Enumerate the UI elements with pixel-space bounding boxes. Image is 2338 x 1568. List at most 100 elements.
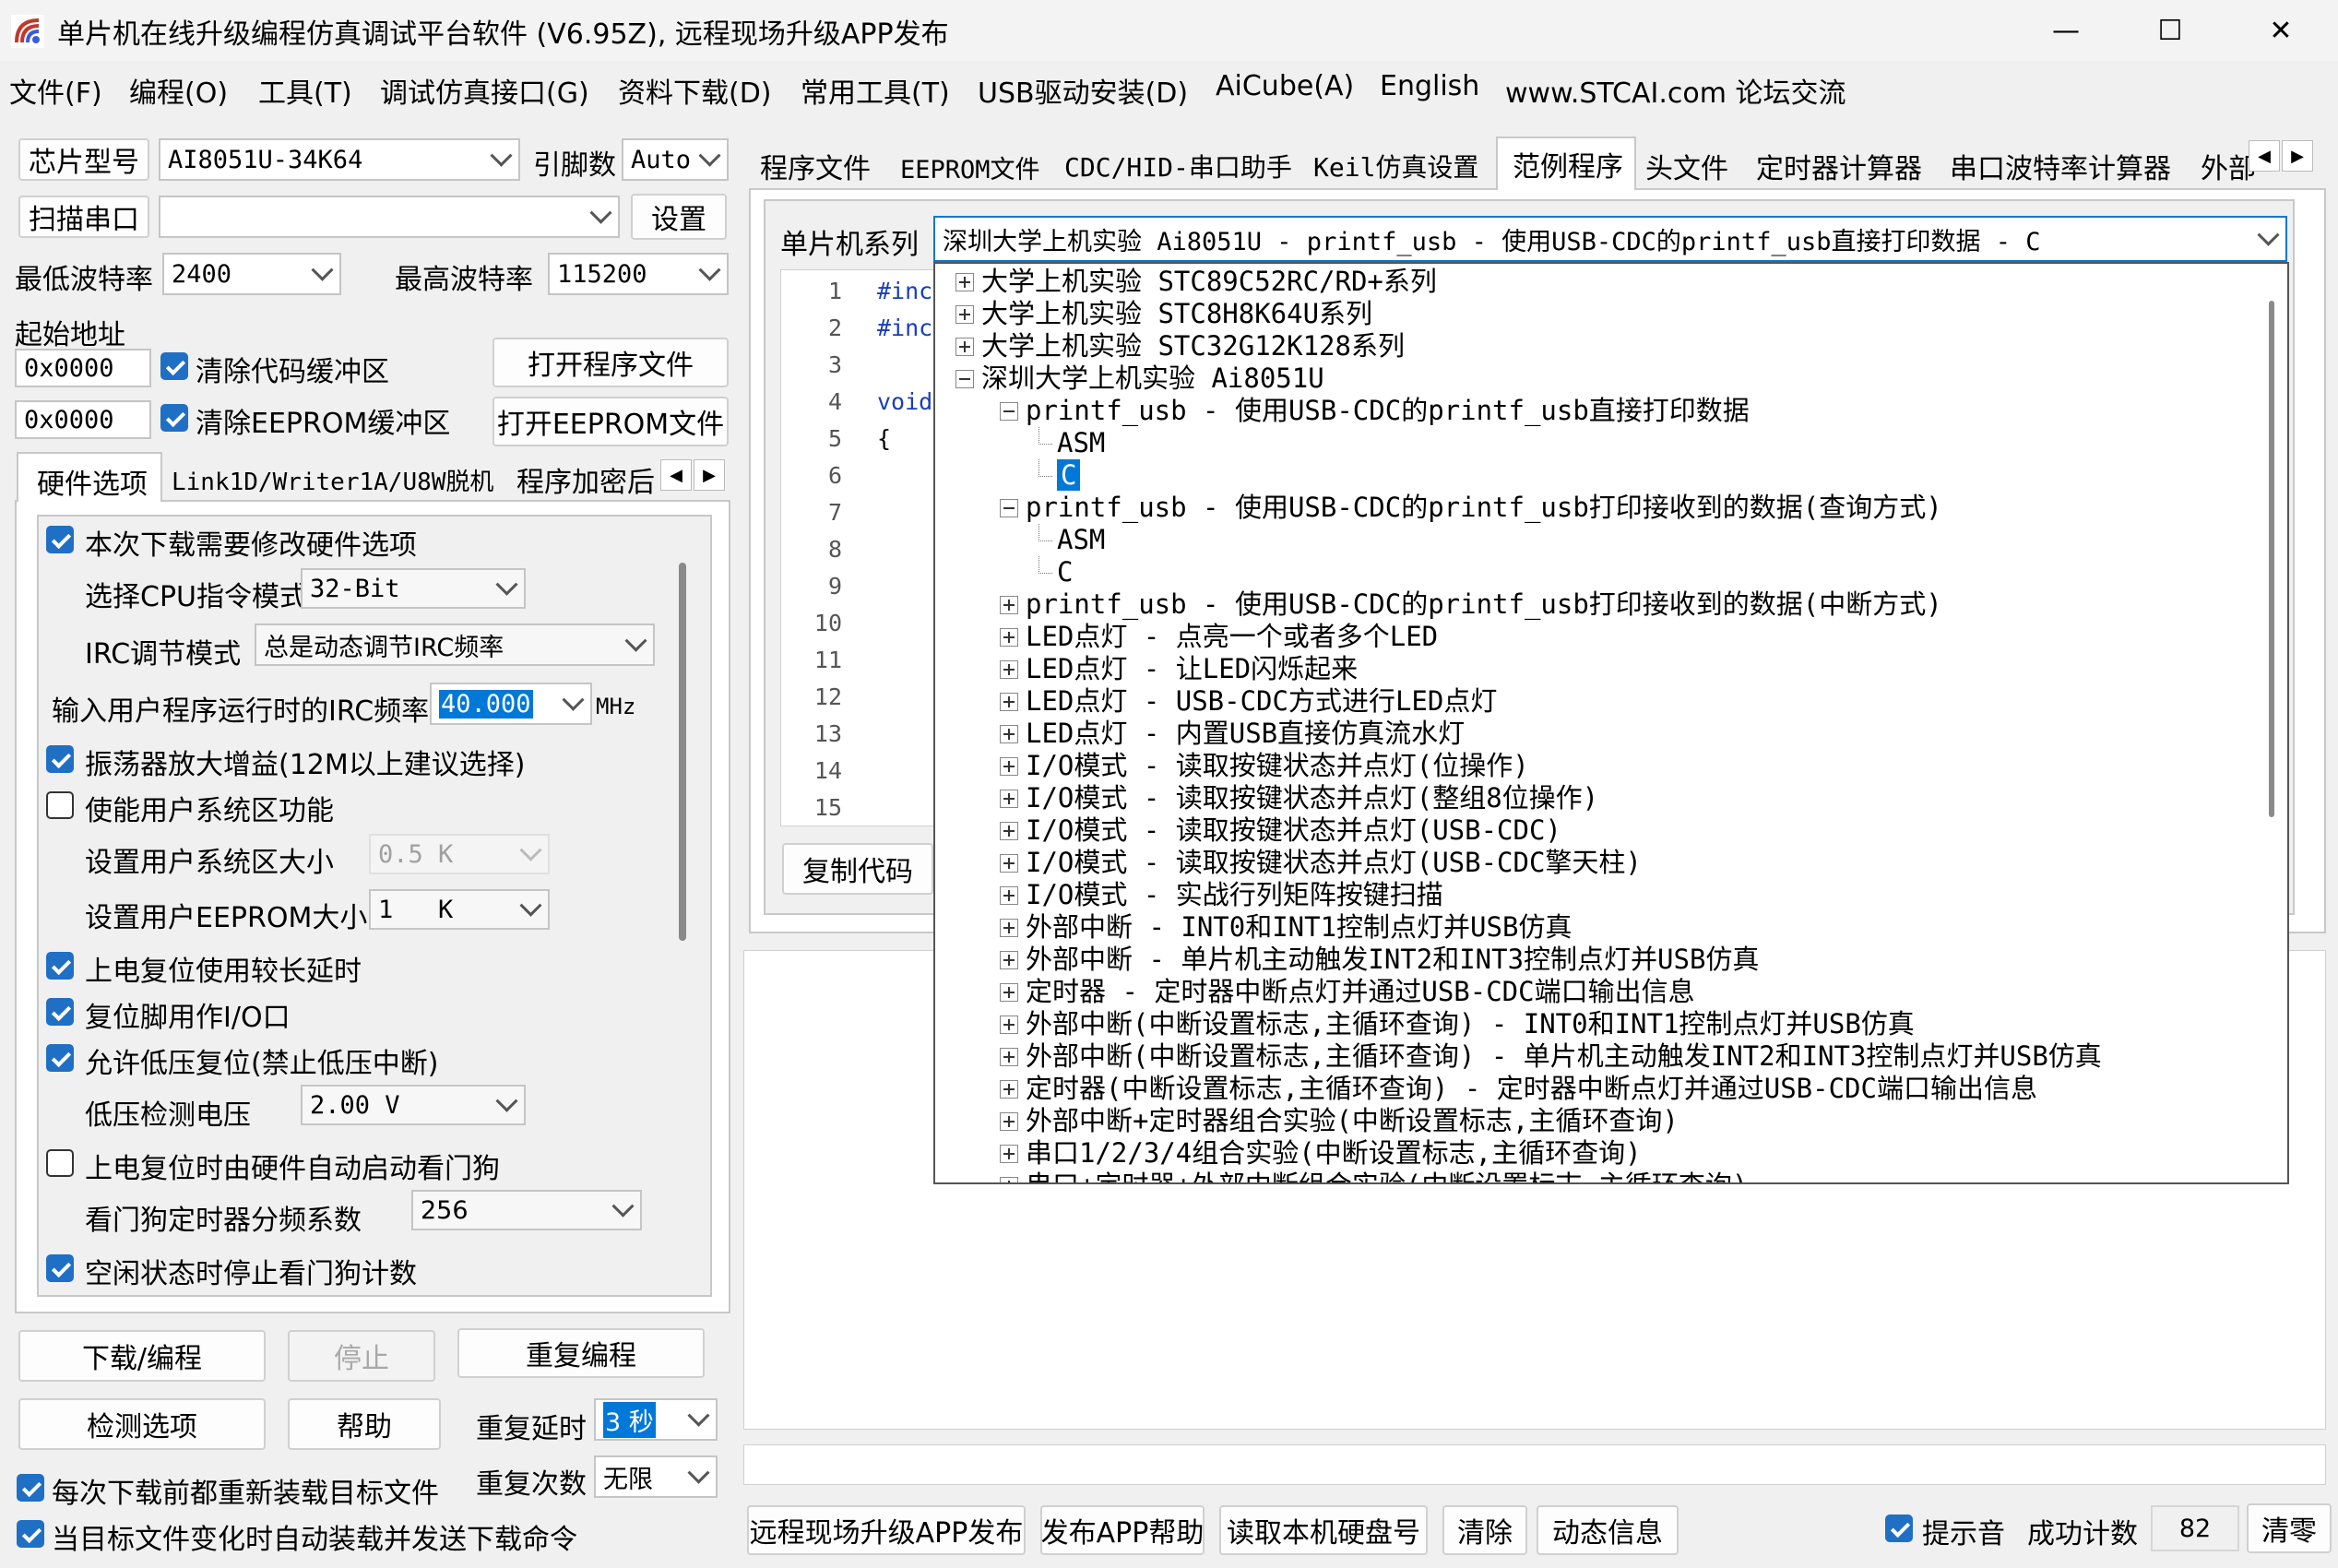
tree-item[interactable]: 定时器 - 定时器中断点灯并通过USB-CDC端口输出信息 xyxy=(1000,976,1695,1007)
repeat-program-button[interactable]: 重复编程 xyxy=(457,1328,705,1378)
app-help-button[interactable]: 发布APP帮助 xyxy=(1040,1505,1205,1555)
tree-item[interactable]: 外部中断 - 单片机主动触发INT2和INT3控制点灯并USB仿真 xyxy=(1000,944,1759,975)
menu-english[interactable]: English xyxy=(1380,70,1479,102)
expand-icon[interactable] xyxy=(1000,693,1018,711)
tree-item[interactable]: LED点灯 - 内置USB直接仿真流水灯 xyxy=(1000,718,1465,749)
expand-icon[interactable] xyxy=(1000,951,1018,969)
collapse-icon[interactable] xyxy=(1000,402,1018,421)
tree-item[interactable]: I/O模式 - 读取按键状态并点灯(整组8位操作) xyxy=(1000,782,1598,814)
tree-item[interactable]: 外部中断+定时器组合实验(中断设置标志,主循环查询) xyxy=(1000,1105,1679,1136)
repeat-delay-select[interactable]: 3 秒 xyxy=(594,1398,718,1441)
expand-icon[interactable] xyxy=(1000,1016,1018,1034)
tree-item[interactable]: ASM xyxy=(1038,524,1105,555)
tree-item[interactable]: printf_usb - 使用USB-CDC的printf_usb打印接收到的数… xyxy=(1000,588,1942,620)
menu-forum[interactable]: www.STCAI.com 论坛交流 xyxy=(1505,70,1845,111)
tab-external[interactable]: 外部 xyxy=(2201,146,2256,186)
hardware-scrollbar[interactable] xyxy=(679,563,686,941)
tab-header-files[interactable]: 头文件 xyxy=(1645,146,1728,186)
long-delay-checkbox[interactable] xyxy=(46,952,74,980)
tree-item[interactable]: 外部中断(中断设置标志,主循环查询) - 单片机主动触发INT2和INT3控制点… xyxy=(1000,1040,2102,1072)
tab-keil-settings[interactable]: Keil仿真设置 xyxy=(1313,148,1478,184)
chip-model-select[interactable]: AI8051U-34K64 xyxy=(159,138,520,181)
min-baud-select[interactable]: 2400 xyxy=(162,253,341,295)
idle-stop-watchdog-checkbox[interactable] xyxy=(46,1254,74,1282)
tree-item[interactable]: 大学上机实验 STC32G12K128系列 xyxy=(955,330,1405,362)
tree-item[interactable]: I/O模式 - 读取按键状态并点灯(USB-CDC) xyxy=(1000,814,1561,846)
expand-icon[interactable] xyxy=(1000,660,1018,679)
beep-checkbox[interactable] xyxy=(1885,1515,1913,1542)
tree-item[interactable]: 串口+定时器+外部中断组合实验(中断设置标志,主循环查询) xyxy=(1000,1170,1748,1182)
detect-options-button[interactable]: 检测选项 xyxy=(18,1398,266,1450)
expand-icon[interactable] xyxy=(1000,919,1018,937)
menu-debug[interactable]: 调试仿真接口(G) xyxy=(380,70,589,111)
port-select[interactable] xyxy=(159,196,620,238)
tree-item[interactable]: printf_usb - 使用USB-CDC的printf_usb直接打印数据 xyxy=(1000,395,1750,426)
expand-icon[interactable] xyxy=(1000,628,1018,647)
expand-icon[interactable] xyxy=(1000,1048,1018,1066)
close-button[interactable]: ✕ xyxy=(2230,0,2332,61)
repeat-count-select[interactable]: 无限 xyxy=(594,1455,718,1498)
max-baud-select[interactable]: 115200 xyxy=(548,253,729,295)
tab-serial-assistant[interactable]: CDC/HID-串口助手 xyxy=(1064,148,1292,184)
cpu-mode-select[interactable]: 32-Bit xyxy=(301,568,526,609)
tab-offline-writer[interactable]: Link1D/Writer1A/U8W脱机 xyxy=(172,463,493,497)
reset-pin-io-checkbox[interactable] xyxy=(46,998,74,1026)
oscillator-gain-checkbox[interactable] xyxy=(46,745,74,773)
low-voltage-select[interactable]: 2.00 V xyxy=(301,1085,526,1125)
tab-timer-calculator[interactable]: 定时器计算器 xyxy=(1756,146,1922,186)
tree-item[interactable]: 定时器(中断设置标志,主循环查询) - 定时器中断点灯并通过USB-CDC端口输… xyxy=(1000,1073,2037,1104)
clear-log-button[interactable]: 清除 xyxy=(1442,1505,1527,1555)
clear-eeprom-checkbox[interactable] xyxy=(160,404,188,432)
tree-item[interactable]: 深圳大学上机实验 Ai8051U xyxy=(955,362,1324,394)
tree-item[interactable]: 外部中断(中断设置标志,主循环查询) - INT0和INT1控制点灯并USB仿真 xyxy=(1000,1008,1915,1039)
watchdog-auto-checkbox[interactable] xyxy=(46,1149,74,1177)
watchdog-divider-select[interactable]: 256 xyxy=(411,1190,642,1230)
tree-item[interactable]: LED点灯 - USB-CDC方式进行LED点灯 xyxy=(1000,685,1497,717)
expand-icon[interactable] xyxy=(955,338,974,356)
open-eeprom-button[interactable]: 打开EEPROM文件 xyxy=(493,397,729,446)
series-dropdown-tree[interactable]: 大学上机实验 STC89C52RC/RD+系列 大学上机实验 STC8H8K64… xyxy=(933,262,2289,1184)
user-eeprom-size-select[interactable]: 1 K xyxy=(369,889,550,930)
tab-scroll-left-icon[interactable]: ◀ xyxy=(2249,140,2280,172)
tab-scroll-right-icon[interactable]: ▶ xyxy=(694,459,725,491)
tree-item[interactable]: 串口1/2/3/4组合实验(中断设置标志,主循环查询) xyxy=(1000,1137,1642,1169)
collapse-icon[interactable] xyxy=(1000,499,1018,517)
expand-icon[interactable] xyxy=(1000,1080,1018,1099)
expand-icon[interactable] xyxy=(1000,790,1018,808)
expand-icon[interactable] xyxy=(1000,725,1018,743)
menu-tools[interactable]: 工具(T) xyxy=(258,70,352,111)
help-button[interactable]: 帮助 xyxy=(288,1398,441,1450)
tree-scrollbar[interactable] xyxy=(2269,301,2274,817)
clear-code-checkbox[interactable] xyxy=(160,352,188,380)
read-disk-id-button[interactable]: 读取本机硬盘号 xyxy=(1219,1505,1428,1555)
tree-item[interactable]: LED点灯 - 点亮一个或者多个LED xyxy=(1000,621,1438,652)
expand-icon[interactable] xyxy=(1000,1145,1018,1163)
copy-code-button[interactable]: 复制代码 xyxy=(782,843,933,895)
tree-item[interactable]: LED点灯 - 让LED闪烁起来 xyxy=(1000,653,1358,684)
auto-send-checkbox[interactable] xyxy=(17,1520,44,1548)
collapse-icon[interactable] xyxy=(955,370,974,388)
port-settings-button[interactable]: 设置 xyxy=(631,194,727,240)
tab-hardware-options[interactable]: 硬件选项 xyxy=(17,452,162,504)
expand-icon[interactable] xyxy=(1000,757,1018,776)
maximize-button[interactable]: ☐ xyxy=(2119,0,2221,61)
series-select[interactable]: 深圳大学上机实验 Ai8051U - printf_usb - 使用USB-CD… xyxy=(933,216,2287,262)
expand-icon[interactable] xyxy=(1000,1177,1018,1182)
dynamic-info-button[interactable]: 动态信息 xyxy=(1537,1505,1679,1555)
tree-item[interactable]: ASM xyxy=(1038,427,1105,458)
user-system-area-checkbox[interactable] xyxy=(46,791,74,819)
minimize-button[interactable]: — xyxy=(2015,0,2117,61)
expand-icon[interactable] xyxy=(1000,886,1018,905)
tab-program-file[interactable]: 程序文件 xyxy=(760,146,871,186)
tree-item[interactable]: 外部中断 - INT0和INT1控制点灯并USB仿真 xyxy=(1000,911,1572,943)
menu-usb-driver[interactable]: USB驱动安装(D) xyxy=(978,70,1188,111)
tree-item[interactable]: printf_usb - 使用USB-CDC的printf_usb打印接收到的数… xyxy=(1000,492,1942,523)
tree-item[interactable]: 大学上机实验 STC89C52RC/RD+系列 xyxy=(955,266,1437,297)
code-start-address-input[interactable]: 0x0000 xyxy=(15,349,151,387)
tree-item[interactable]: I/O模式 - 读取按键状态并点灯(USB-CDC擎天柱) xyxy=(1000,847,1642,878)
tree-item-selected[interactable]: C xyxy=(1038,459,1081,491)
reload-target-checkbox[interactable] xyxy=(17,1474,44,1502)
modify-hardware-checkbox[interactable] xyxy=(46,526,74,553)
expand-icon[interactable] xyxy=(1000,1112,1018,1131)
irc-mode-select[interactable]: 总是动态调节IRC频率 xyxy=(255,624,655,666)
